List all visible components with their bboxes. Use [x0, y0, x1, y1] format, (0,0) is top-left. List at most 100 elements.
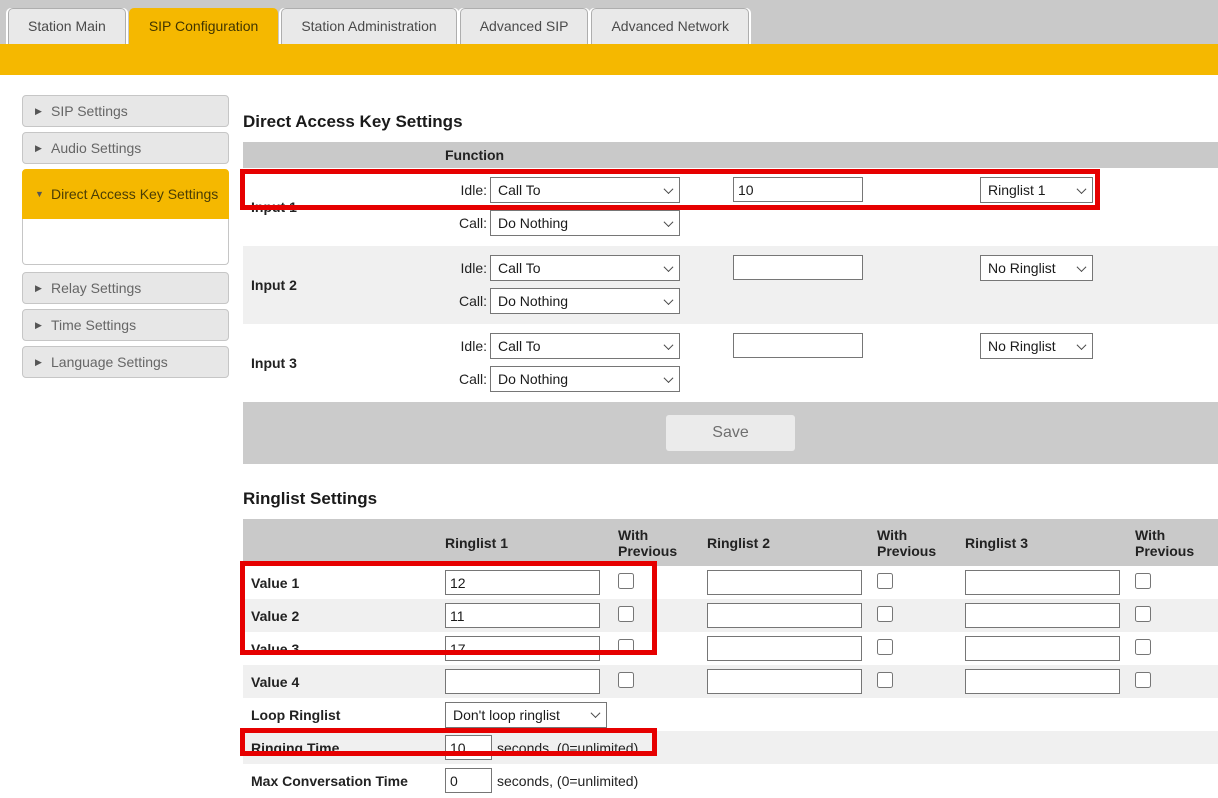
- tab-station-administration[interactable]: Station Administration: [281, 8, 456, 44]
- value1-with-previous-checkbox-1[interactable]: [618, 573, 634, 589]
- chevron-down-icon: [664, 184, 674, 194]
- input2-label: Input 2: [243, 246, 453, 324]
- input2-ringlist-select[interactable]: No Ringlist: [980, 255, 1093, 281]
- value4-ringlist1-field[interactable]: [445, 669, 600, 694]
- accent-band: [0, 44, 1218, 75]
- call-label: Call:: [453, 215, 487, 231]
- ringlist-table-header: Ringlist 1 With Previous Ringlist 2 With…: [243, 519, 1218, 566]
- sidebar-expanded-panel: [22, 219, 229, 265]
- chevron-right-icon: ▶: [35, 357, 51, 368]
- tab-station-main[interactable]: Station Main: [8, 8, 126, 44]
- input1-ringlist-select[interactable]: Ringlist 1: [980, 177, 1093, 203]
- input3-ringlist-select[interactable]: No Ringlist: [980, 333, 1093, 359]
- save-button[interactable]: Save: [666, 415, 795, 451]
- chevron-down-icon: [664, 373, 674, 383]
- input1-idle-action-select[interactable]: Call To: [490, 177, 680, 203]
- ringlist2-header: Ringlist 2: [707, 535, 865, 551]
- idle-label: Idle:: [453, 338, 487, 354]
- chevron-down-icon: [664, 217, 674, 227]
- value1-ringlist3-field[interactable]: [965, 570, 1120, 595]
- value3-with-previous-checkbox-3[interactable]: [1135, 639, 1151, 655]
- chevron-right-icon: ▶: [35, 320, 51, 331]
- value3-with-previous-checkbox-2[interactable]: [877, 639, 893, 655]
- main-content: Direct Access Key Settings Function Inpu…: [243, 95, 1218, 798]
- tab-advanced-sip[interactable]: Advanced SIP: [460, 8, 589, 44]
- tab-advanced-network[interactable]: Advanced Network: [591, 8, 749, 44]
- input2-number-field[interactable]: [733, 255, 863, 280]
- value2-with-previous-checkbox-1[interactable]: [618, 606, 634, 622]
- with-previous-header: With Previous: [1123, 527, 1218, 559]
- page-title-direct-access: Direct Access Key Settings: [243, 112, 1218, 132]
- idle-label: Idle:: [453, 260, 487, 276]
- value1-with-previous-checkbox-2[interactable]: [877, 573, 893, 589]
- value2-ringlist3-field[interactable]: [965, 603, 1120, 628]
- table-row-max-conversation-time: Max Conversation Time seconds, (0=unlimi…: [243, 764, 1218, 797]
- sidebar-item-audio-settings[interactable]: ▶ Audio Settings: [22, 132, 229, 164]
- loop-ringlist-select[interactable]: Don't loop ringlist: [445, 702, 607, 728]
- value1-with-previous-checkbox-3[interactable]: [1135, 573, 1151, 589]
- value4-with-previous-checkbox-2[interactable]: [877, 672, 893, 688]
- value3-ringlist1-field[interactable]: [445, 636, 600, 661]
- chevron-down-icon: [664, 340, 674, 350]
- max-conversation-time-field[interactable]: [445, 768, 492, 793]
- table-row-input1: Input 1 Idle: Call To Call: Do Nothing: [243, 168, 1218, 246]
- sidebar-item-direct-access-key-settings[interactable]: ▼ Direct Access Key Settings: [22, 169, 229, 219]
- chevron-down-icon: [1077, 184, 1087, 194]
- table-row-value3: Value 3: [243, 632, 1218, 665]
- value3-ringlist3-field[interactable]: [965, 636, 1120, 661]
- value3-with-previous-checkbox-1[interactable]: [618, 639, 634, 655]
- input1-label: Input 1: [243, 168, 453, 246]
- sidebar-item-time-settings[interactable]: ▶ Time Settings: [22, 309, 229, 341]
- with-previous-header: With Previous: [865, 527, 965, 559]
- table-row-loop-ringlist: Loop Ringlist Don't loop ringlist: [243, 698, 1218, 731]
- ringlist3-header: Ringlist 3: [965, 535, 1123, 551]
- value4-with-previous-checkbox-3[interactable]: [1135, 672, 1151, 688]
- table-row-value1: Value 1: [243, 566, 1218, 599]
- ringing-time-suffix: seconds, (0=unlimited): [497, 740, 638, 756]
- value2-with-previous-checkbox-3[interactable]: [1135, 606, 1151, 622]
- input3-call-action-select[interactable]: Do Nothing: [490, 366, 680, 392]
- value2-ringlist1-field[interactable]: [445, 603, 600, 628]
- sidebar-item-sip-settings[interactable]: ▶ SIP Settings: [22, 95, 229, 127]
- input2-call-action-select[interactable]: Do Nothing: [490, 288, 680, 314]
- ringlist1-header: Ringlist 1: [445, 535, 606, 551]
- input1-number-field[interactable]: [733, 177, 863, 202]
- ringing-time-field[interactable]: [445, 735, 492, 760]
- ringlist-table: Ringlist 1 With Previous Ringlist 2 With…: [243, 519, 1218, 798]
- input3-idle-action-select[interactable]: Call To: [490, 333, 680, 359]
- value1-ringlist2-field[interactable]: [707, 570, 862, 595]
- input1-call-action-select[interactable]: Do Nothing: [490, 210, 680, 236]
- chevron-down-icon: [591, 708, 601, 718]
- tab-bar: Station Main SIP Configuration Station A…: [0, 0, 1218, 44]
- value4-ringlist3-field[interactable]: [965, 669, 1120, 694]
- chevron-right-icon: ▶: [35, 143, 51, 154]
- value2-with-previous-checkbox-2[interactable]: [877, 606, 893, 622]
- function-column-header: Function: [243, 142, 1218, 168]
- input2-idle-action-select[interactable]: Call To: [490, 255, 680, 281]
- input3-number-field[interactable]: [733, 333, 863, 358]
- value3-ringlist2-field[interactable]: [707, 636, 862, 661]
- table-row-input2: Input 2 Idle: Call To Call: Do Nothing: [243, 246, 1218, 324]
- value4-ringlist2-field[interactable]: [707, 669, 862, 694]
- value4-with-previous-checkbox-1[interactable]: [618, 672, 634, 688]
- chevron-right-icon: ▶: [35, 283, 51, 294]
- sidebar: ▶ SIP Settings ▶ Audio Settings ▼ Direct…: [22, 95, 229, 798]
- with-previous-header: With Previous: [606, 527, 707, 559]
- value2-ringlist2-field[interactable]: [707, 603, 862, 628]
- table-row-value2: Value 2: [243, 599, 1218, 632]
- call-label: Call:: [453, 293, 487, 309]
- call-label: Call:: [453, 371, 487, 387]
- chevron-down-icon: [1077, 340, 1087, 350]
- chevron-down-icon: ▼: [35, 189, 51, 199]
- sidebar-item-language-settings[interactable]: ▶ Language Settings: [22, 346, 229, 378]
- value1-ringlist1-field[interactable]: [445, 570, 600, 595]
- chevron-down-icon: [1077, 262, 1087, 272]
- chevron-right-icon: ▶: [35, 106, 51, 117]
- direct-access-table: Function Input 1 Idle: Call To Call:: [243, 142, 1218, 464]
- tab-sip-configuration[interactable]: SIP Configuration: [129, 8, 278, 44]
- max-conversation-time-suffix: seconds, (0=unlimited): [497, 773, 638, 789]
- sidebar-item-relay-settings[interactable]: ▶ Relay Settings: [22, 272, 229, 304]
- input3-label: Input 3: [243, 324, 453, 402]
- chevron-down-icon: [664, 262, 674, 272]
- table-row-input3: Input 3 Idle: Call To Call: Do Nothing: [243, 324, 1218, 402]
